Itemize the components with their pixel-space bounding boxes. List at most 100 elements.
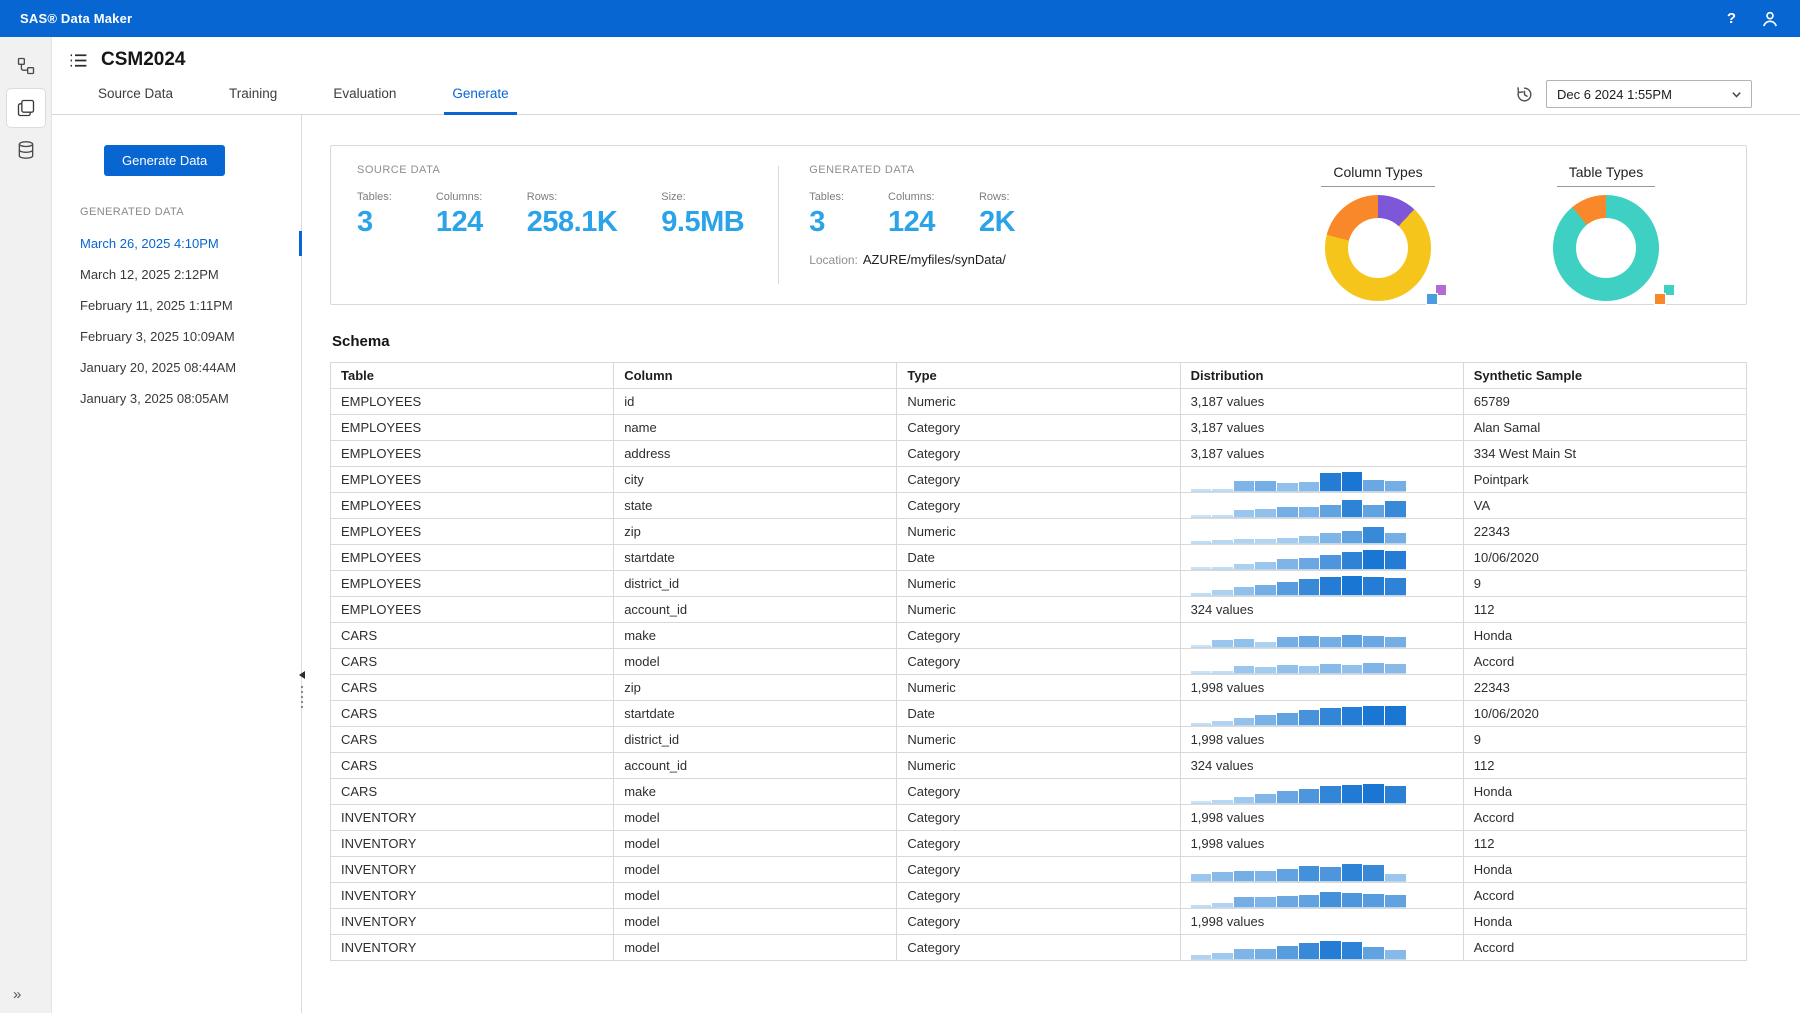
stat-size: Size:9.5MB (661, 191, 744, 239)
cell-column: name (614, 415, 897, 441)
cell-synthetic-sample: 10/06/2020 (1463, 701, 1746, 727)
cell-column: zip (614, 675, 897, 701)
column-header-distribution: Distribution (1180, 363, 1463, 389)
cell-synthetic-sample: 9 (1463, 571, 1746, 597)
cell-synthetic-sample: 112 (1463, 753, 1746, 779)
panel-resize-handle[interactable] (296, 671, 308, 709)
table-row: EMPLOYEEScityCategoryPointpark (331, 467, 1747, 493)
tab-source-data[interactable]: Source Data (94, 86, 177, 114)
distribution-histogram (1191, 575, 1406, 596)
project-header: CSM2024 (52, 37, 1800, 75)
projects-icon[interactable] (7, 89, 45, 127)
cell-table: EMPLOYEES (331, 545, 614, 571)
cell-synthetic-sample: 65789 (1463, 389, 1746, 415)
stat-rows: Rows: 258.1K (527, 191, 618, 239)
distribution-histogram (1191, 939, 1406, 960)
cell-table: INVENTORY (331, 857, 614, 883)
stat-label: Rows: (527, 191, 618, 203)
run-item[interactable]: January 3, 2025 08:05AM (52, 383, 301, 414)
chart-legend-icon (1654, 284, 1675, 305)
expand-rail-icon[interactable]: » (13, 986, 21, 1003)
cell-distribution (1180, 493, 1463, 519)
table-row: EMPLOYEESzipNumeric22343 (331, 519, 1747, 545)
cell-distribution (1180, 701, 1463, 727)
run-item[interactable]: March 12, 2025 2:12PM (52, 259, 301, 290)
runs-list: March 26, 2025 4:10PMMarch 12, 2025 2:12… (52, 228, 301, 414)
project-list-icon[interactable] (68, 50, 89, 71)
cell-column: account_id (614, 753, 897, 779)
column-header-type: Type (897, 363, 1180, 389)
tab-generate[interactable]: Generate (448, 86, 512, 114)
main-content: SOURCE DATA Tables:3Columns:124Rows:258.… (302, 115, 1800, 1013)
run-item[interactable]: February 11, 2025 1:11PM (52, 290, 301, 321)
table-row: CARSdistrict_idNumeric1,998 values9 (331, 727, 1747, 753)
distribution-histogram (1191, 705, 1406, 726)
cell-table: CARS (331, 649, 614, 675)
cell-distribution (1180, 571, 1463, 597)
cell-column: account_id (614, 597, 897, 623)
user-icon[interactable] (1760, 9, 1780, 29)
chart-column-types: Column Types (1300, 164, 1456, 290)
cell-distribution: 1,998 values (1180, 675, 1463, 701)
data-icon[interactable] (7, 131, 45, 169)
schema-header-row: TableColumnTypeDistributionSynthetic Sam… (331, 363, 1747, 389)
cell-type: Numeric (897, 675, 1180, 701)
source-data-summary: SOURCE DATA Tables:3Columns:124Rows:258.… (357, 164, 744, 290)
cell-synthetic-sample: Honda (1463, 779, 1746, 805)
stat-label: Tables: (357, 191, 392, 203)
table-row: EMPLOYEESdistrict_idNumeric9 (331, 571, 1747, 597)
cell-table: EMPLOYEES (331, 493, 614, 519)
cell-column: model (614, 805, 897, 831)
stat-tables: Tables: 3 (357, 191, 392, 239)
generate-data-button[interactable]: Generate Data (104, 145, 225, 176)
topbar: SAS® Data Maker ? (0, 0, 1800, 37)
cell-table: EMPLOYEES (331, 389, 614, 415)
stat-value: 9.5MB (661, 206, 744, 239)
run-item[interactable]: January 20, 2025 08:44AM (52, 352, 301, 383)
cell-type: Numeric (897, 519, 1180, 545)
table-row: INVENTORYmodelCategoryHonda (331, 857, 1747, 883)
generated-data-summary: GENERATED DATA Tables:3Columns:124Rows:2… (809, 164, 1015, 290)
cell-type: Category (897, 623, 1180, 649)
cell-distribution (1180, 467, 1463, 493)
cell-synthetic-sample: Accord (1463, 649, 1746, 675)
tab-evaluation[interactable]: Evaluation (329, 86, 400, 114)
stat-label: Rows: (979, 191, 1015, 203)
run-item[interactable]: February 3, 2025 10:09AM (52, 321, 301, 352)
cell-table: CARS (331, 779, 614, 805)
cell-synthetic-sample: 112 (1463, 597, 1746, 623)
cell-table: CARS (331, 675, 614, 701)
table-row: EMPLOYEESstateCategoryVA (331, 493, 1747, 519)
cell-column: model (614, 935, 897, 961)
cell-type: Numeric (897, 571, 1180, 597)
icon-rail: » (0, 37, 52, 1013)
cell-synthetic-sample: 10/06/2020 (1463, 545, 1746, 571)
cell-synthetic-sample: 22343 (1463, 519, 1746, 545)
cell-synthetic-sample: Accord (1463, 805, 1746, 831)
cell-type: Category (897, 779, 1180, 805)
cell-synthetic-sample: 9 (1463, 727, 1746, 753)
summary-divider (778, 166, 779, 284)
cell-column: state (614, 493, 897, 519)
cell-column: model (614, 831, 897, 857)
help-icon[interactable]: ? (1727, 10, 1736, 27)
stat-value: 3 (357, 206, 392, 239)
cell-distribution (1180, 935, 1463, 961)
chart-table-types: Table Types (1528, 164, 1684, 290)
pipeline-icon[interactable] (7, 47, 45, 85)
table-row: INVENTORYmodelCategoryAccord (331, 883, 1747, 909)
distribution-histogram (1191, 887, 1406, 908)
cell-distribution: 1,998 values (1180, 831, 1463, 857)
history-icon[interactable] (1515, 85, 1534, 104)
snapshot-dropdown[interactable]: Dec 6 2024 1:55PM (1546, 80, 1752, 108)
tab-training[interactable]: Training (225, 86, 281, 114)
column-header-synthetic-sample: Synthetic Sample (1463, 363, 1746, 389)
cell-table: INVENTORY (331, 883, 614, 909)
stat-value: 258.1K (527, 206, 618, 239)
run-item[interactable]: March 26, 2025 4:10PM (52, 228, 301, 259)
cell-distribution: 1,998 values (1180, 909, 1463, 935)
cell-type: Category (897, 467, 1180, 493)
cell-table: EMPLOYEES (331, 441, 614, 467)
table-row: CARSaccount_idNumeric324 values112 (331, 753, 1747, 779)
app-title: SAS® Data Maker (20, 11, 132, 26)
